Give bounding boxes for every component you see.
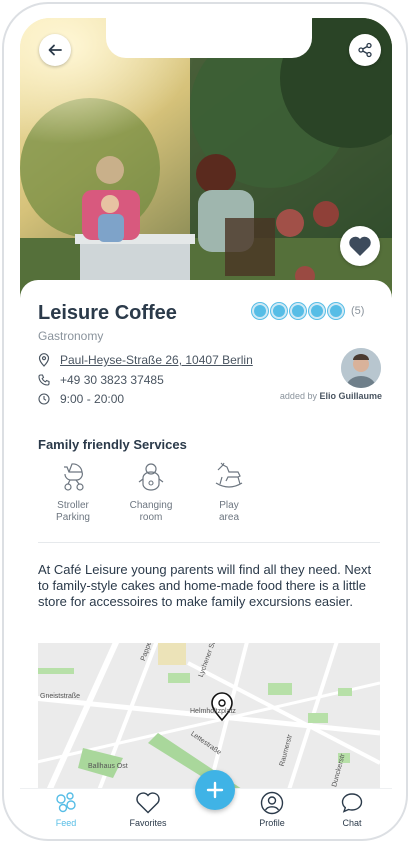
hero-photo: [20, 18, 392, 298]
stroller-icon: [64, 463, 84, 491]
chat-icon: [341, 793, 363, 813]
add-button[interactable]: [195, 770, 235, 810]
place-description: At Café Leisure young parents will find …: [38, 562, 372, 609]
opening-hours: 9:00 - 20:00: [60, 392, 125, 406]
phone-icon: [38, 374, 50, 386]
rating-dot: [309, 303, 325, 319]
rocking-horse-icon: [215, 462, 243, 488]
share-icon: [358, 42, 372, 58]
service-changing-room: Changing room: [116, 462, 186, 524]
tab-favorites[interactable]: Favorites: [118, 791, 178, 828]
feed-icon: [56, 792, 76, 813]
service-play-area: Play area: [194, 462, 264, 524]
heart-filled-icon: [349, 236, 371, 256]
phone-number[interactable]: +49 30 3823 37485: [60, 373, 164, 387]
tab-profile[interactable]: Profile: [242, 791, 302, 828]
address-link[interactable]: Paul-Heyse-Straße 26, 10407 Berlin: [60, 353, 253, 367]
map-street-label: Helmholtzplatz: [190, 708, 236, 715]
arrow-left-icon: [48, 44, 62, 56]
added-by: added by Elio Guillaume: [279, 391, 382, 401]
profile-icon: [260, 791, 284, 815]
tab-chat[interactable]: Chat: [322, 791, 382, 828]
map-street-label: Ballhaus Ost: [88, 763, 128, 770]
clock-icon: [38, 393, 50, 405]
address-row[interactable]: Paul-Heyse-Straße 26, 10407 Berlin: [38, 353, 253, 367]
phone-notch: [106, 18, 312, 58]
phone-row[interactable]: +49 30 3823 37485: [38, 373, 164, 387]
place-title: Leisure Coffee: [38, 302, 177, 324]
tab-feed[interactable]: Feed: [36, 791, 96, 828]
hours-row: 9:00 - 20:00: [38, 392, 124, 406]
added-by-name[interactable]: Elio Guillaume: [319, 391, 382, 401]
share-button[interactable]: [349, 34, 381, 66]
screen: Leisure Coffee Gastronomy (5) Paul-Heyse…: [20, 18, 392, 830]
rating: (5): [252, 303, 364, 319]
rating-dot: [290, 303, 306, 319]
map-street-label: Gneiststraße: [40, 693, 81, 700]
service-stroller-parking: Stroller Parking: [38, 462, 108, 524]
services-list: Stroller Parking Changing room Play area: [38, 462, 272, 524]
rating-dot: [271, 303, 287, 319]
divider: [38, 542, 380, 543]
details-card: Leisure Coffee Gastronomy (5) Paul-Heyse…: [20, 280, 392, 830]
favorite-button[interactable]: [340, 226, 380, 266]
place-category: Gastronomy: [38, 329, 104, 343]
back-button[interactable]: [39, 34, 71, 66]
avatar[interactable]: [341, 348, 381, 388]
plus-icon: [206, 781, 224, 799]
heart-icon: [136, 792, 160, 814]
rating-dot: [328, 303, 344, 319]
location-pin-icon: [38, 353, 50, 367]
phone-frame: Leisure Coffee Gastronomy (5) Paul-Heyse…: [2, 2, 408, 841]
rating-count: (5): [351, 305, 365, 317]
rating-dot: [252, 303, 268, 319]
baby-icon: [138, 463, 164, 491]
services-title: Family friendly Services: [38, 437, 187, 452]
